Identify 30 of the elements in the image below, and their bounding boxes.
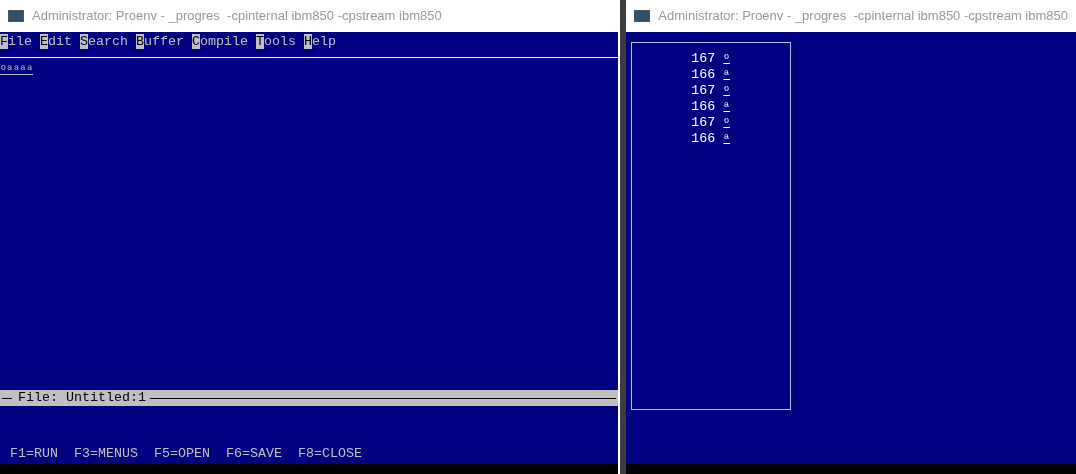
menu-item[interactable]: Help (304, 34, 344, 50)
character: º (723, 84, 730, 99)
console-icon (8, 10, 24, 22)
menu-item[interactable]: File (0, 34, 40, 50)
char-code: 166 (691, 131, 716, 147)
character: º (723, 52, 730, 67)
function-key-hint: F8=CLOSE (298, 446, 362, 462)
menu-item[interactable]: Compile (192, 34, 256, 50)
menu-item[interactable]: Buffer (136, 34, 192, 50)
menu-item[interactable]: Tools (256, 34, 304, 50)
window-title: Administrator: Proenv - _progres -cpinternal ibm850 -cpstream ibm850 (658, 7, 1068, 26)
editor-text: ºªªªª (0, 63, 34, 78)
menu-item[interactable]: Search (80, 34, 136, 50)
char-code: 166 (691, 99, 716, 115)
char-code: 167 (691, 115, 716, 131)
character: ª (723, 100, 730, 115)
function-key-hint: F3=MENUS (74, 446, 138, 462)
function-key-hint: F5=OPEN (154, 446, 210, 462)
function-key-hint: F6=SAVE (226, 446, 282, 462)
status-text: File: Untitled:1 (17, 390, 147, 406)
function-key-hint: F1=RUN (10, 446, 58, 462)
char-code: 167 (691, 51, 716, 67)
char-code: 166 (691, 67, 716, 83)
character: ª (723, 68, 730, 83)
console-icon (634, 10, 651, 22)
char-code: 167 (691, 83, 716, 99)
menu-item[interactable]: Edit (40, 34, 80, 50)
character: ª (723, 132, 730, 147)
character: º (723, 116, 730, 131)
window-title: Administrator: Proenv - _progres -cpinternal ibm850 -cpstream ibm850 (32, 7, 442, 26)
